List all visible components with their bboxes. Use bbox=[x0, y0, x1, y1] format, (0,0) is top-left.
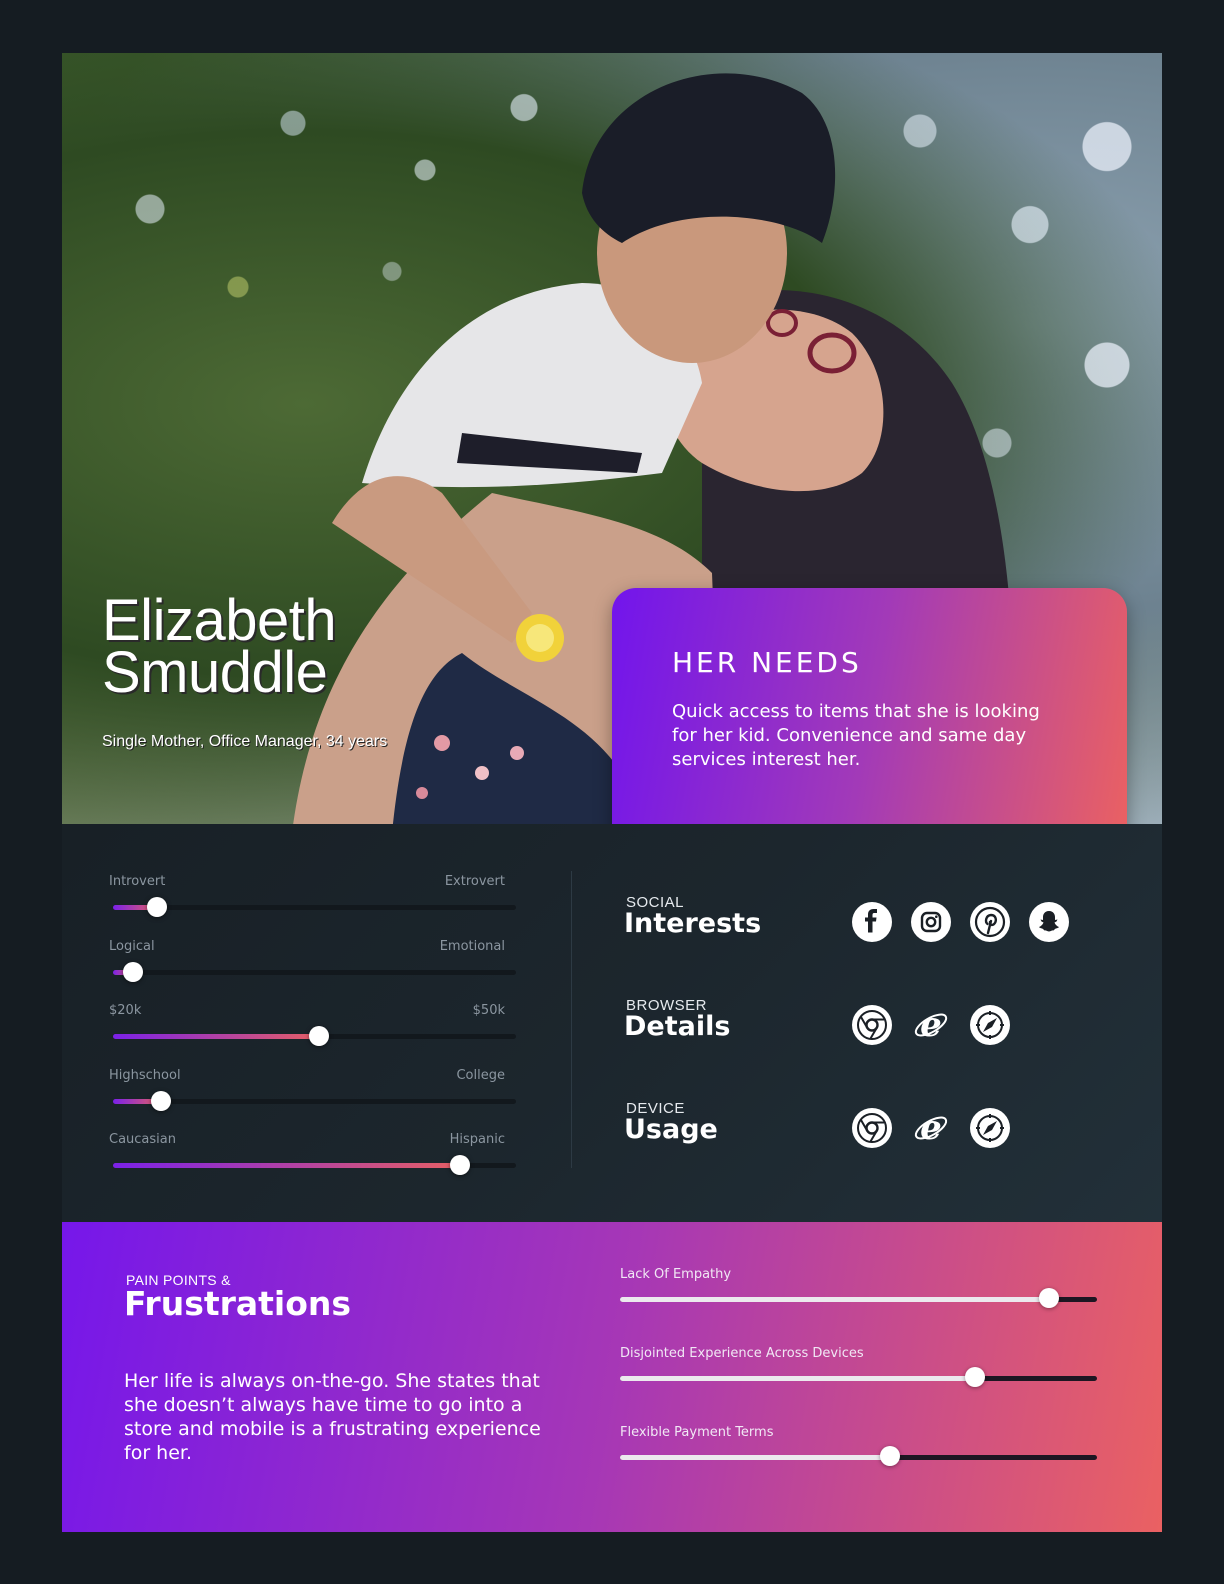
trait-fill bbox=[113, 1163, 460, 1168]
persona-last-name: Smuddle bbox=[102, 640, 328, 705]
instagram-icon[interactable] bbox=[911, 902, 951, 942]
safari-icon[interactable] bbox=[970, 1005, 1010, 1045]
hero-photo: Elizabeth Smuddle Single Mother, Office … bbox=[62, 53, 1162, 833]
trait-slider[interactable]: Logical Emotional bbox=[109, 939, 519, 1004]
browser-details-group: BROWSER Details e bbox=[624, 997, 1124, 1100]
group-title: Usage bbox=[624, 1114, 718, 1145]
pain-fill bbox=[620, 1297, 1050, 1302]
pain-points-section: PAIN POINTS & Frustrations Her life is a… bbox=[62, 1222, 1162, 1532]
pain-slider[interactable]: Lack Of Empathy bbox=[620, 1267, 1100, 1346]
pain-slider-knob[interactable] bbox=[1039, 1288, 1060, 1308]
pain-body: Her life is always on-the-go. She states… bbox=[124, 1370, 541, 1464]
trait-left-label: Logical bbox=[109, 938, 155, 954]
traits-section: Introvert Extrovert Logical Emotional $20k… bbox=[62, 824, 1162, 1222]
pain-slider-knob[interactable] bbox=[965, 1367, 986, 1387]
trait-slider-knob[interactable] bbox=[308, 1026, 329, 1046]
trait-slider-knob[interactable] bbox=[147, 897, 168, 917]
social-interests-group: SOCIAL Interests bbox=[624, 894, 1124, 997]
pain-track[interactable] bbox=[620, 1446, 1097, 1466]
pinterest-icon[interactable] bbox=[970, 902, 1010, 942]
device-usage-group: DEVICE Usage e bbox=[624, 1100, 1124, 1203]
section-divider bbox=[571, 871, 572, 1168]
trait-track[interactable] bbox=[113, 1090, 516, 1111]
needs-body: Quick access to items that she is lookin… bbox=[672, 701, 1040, 770]
pain-title: Frustrations bbox=[124, 1284, 352, 1323]
facebook-icon[interactable] bbox=[852, 902, 892, 942]
pain-fill bbox=[620, 1455, 891, 1460]
snapchat-icon[interactable] bbox=[1029, 902, 1069, 942]
trait-left-label: Introvert bbox=[109, 874, 166, 889]
svg-text:e: e bbox=[920, 1005, 942, 1045]
persona-card: Elizabeth Smuddle Single Mother, Office … bbox=[62, 53, 1162, 1532]
group-title: Interests bbox=[624, 908, 762, 939]
trait-sliders: Introvert Extrovert Logical Emotional $20k… bbox=[109, 874, 519, 1197]
pain-slider[interactable]: Flexible Payment Terms bbox=[620, 1425, 1100, 1504]
pain-track[interactable] bbox=[620, 1288, 1097, 1308]
internet-explorer-icon[interactable]: e bbox=[911, 1108, 951, 1148]
trait-left-label: Caucasian bbox=[109, 1132, 176, 1147]
group-title: Details bbox=[624, 1011, 731, 1042]
trait-track[interactable] bbox=[113, 961, 516, 982]
pain-fill bbox=[620, 1376, 976, 1381]
trait-slider[interactable]: Caucasian Hispanic bbox=[109, 1132, 519, 1197]
trait-slider-knob[interactable] bbox=[449, 1155, 470, 1175]
trait-track[interactable] bbox=[113, 1026, 516, 1046]
trait-slider[interactable]: $20k $50k bbox=[109, 1003, 519, 1068]
persona-subtitle: Single Mother, Office Manager, 34 years bbox=[102, 733, 388, 750]
needs-title: HER NEEDS bbox=[672, 646, 862, 679]
pain-slider[interactable]: Disjointed Experience Across Devices bbox=[620, 1346, 1100, 1425]
trait-left-label: Highschool bbox=[109, 1067, 181, 1083]
trait-right-label: College bbox=[456, 1067, 505, 1083]
chrome-icon[interactable] bbox=[852, 1108, 892, 1148]
pain-slider-label: Disjointed Experience Across Devices bbox=[620, 1346, 864, 1361]
trait-slider[interactable]: Highschool College bbox=[109, 1068, 519, 1133]
trait-right-label: Extrovert bbox=[444, 874, 505, 889]
persona-name: Elizabeth Smuddle bbox=[102, 592, 337, 705]
trait-track[interactable] bbox=[113, 897, 516, 917]
trait-slider[interactable]: Introvert Extrovert bbox=[109, 874, 519, 939]
trait-slider-knob[interactable] bbox=[123, 961, 144, 982]
trait-track[interactable] bbox=[113, 1155, 516, 1175]
trait-right-label: $50k bbox=[472, 1003, 505, 1018]
trait-left-label: $20k bbox=[109, 1003, 142, 1018]
trait-right-label: Emotional bbox=[439, 938, 505, 954]
trait-slider-knob[interactable] bbox=[151, 1090, 172, 1111]
svg-text:e: e bbox=[920, 1108, 942, 1148]
pain-bars: Lack Of Empathy Disjointed Experience Ac… bbox=[620, 1267, 1100, 1504]
channel-groups: SOCIAL Interests BROWSER Details e DEVIC… bbox=[624, 894, 1124, 1203]
trait-fill bbox=[113, 1034, 319, 1039]
pain-track[interactable] bbox=[620, 1367, 1097, 1387]
needs-card: HER NEEDS Quick access to items that she… bbox=[612, 588, 1127, 833]
pain-slider-label: Flexible Payment Terms bbox=[620, 1425, 774, 1440]
trait-right-label: Hispanic bbox=[449, 1132, 505, 1147]
pain-slider-label: Lack Of Empathy bbox=[620, 1267, 732, 1282]
safari-icon[interactable] bbox=[970, 1108, 1010, 1148]
pain-slider-knob[interactable] bbox=[880, 1446, 901, 1466]
chrome-icon[interactable] bbox=[852, 1005, 892, 1045]
internet-explorer-icon[interactable]: e bbox=[911, 1005, 951, 1045]
